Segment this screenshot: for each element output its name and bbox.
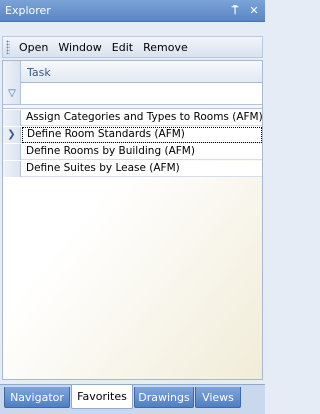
close-icon[interactable]: ✕ (246, 3, 262, 19)
explorer-title-bar: Explorer ⍑ ✕ (0, 0, 265, 22)
row-selector[interactable] (3, 110, 21, 126)
filter-row: ▽ (3, 83, 262, 105)
grid-header: Task (3, 61, 262, 83)
tab-views[interactable]: Views (195, 387, 241, 408)
task-cell[interactable]: Define Room Standards (AFM) (22, 127, 262, 143)
current-row-indicator-icon[interactable]: ❯ (3, 127, 21, 143)
menu-window[interactable]: Window (53, 41, 106, 54)
menu-strip: Open Window Edit Remove (2, 36, 263, 58)
table-row[interactable]: Define Rooms by Building (AFM) (3, 144, 262, 160)
toolbar-grip-icon[interactable] (6, 40, 10, 54)
task-cell[interactable]: Assign Categories and Types to Rooms (AF… (22, 110, 262, 126)
menu-remove[interactable]: Remove (138, 41, 193, 54)
filter-row-selector: ▽ (3, 83, 21, 104)
row-selector[interactable] (3, 161, 21, 177)
table-row[interactable]: Define Suites by Lease (AFM) (3, 161, 262, 177)
window-title: Explorer (5, 4, 51, 17)
grid-separator (3, 105, 262, 109)
filter-icon[interactable]: ▽ (6, 88, 18, 100)
row-selector[interactable] (3, 144, 21, 160)
pin-icon[interactable]: ⍑ (227, 3, 243, 19)
task-filter-input[interactable] (22, 83, 262, 104)
table-row[interactable]: Assign Categories and Types to Rooms (AF… (3, 110, 262, 126)
table-row-selected[interactable]: ❯ Define Room Standards (AFM) (3, 127, 262, 143)
menu-open[interactable]: Open (14, 41, 53, 54)
column-header-task[interactable]: Task (22, 61, 262, 83)
tab-favorites[interactable]: Favorites (71, 385, 133, 409)
tab-navigator[interactable]: Navigator (4, 387, 70, 408)
task-grid: Task ▽ Assign Categories and Types to Ro… (2, 60, 263, 380)
task-cell[interactable]: Define Suites by Lease (AFM) (22, 161, 262, 177)
menu-edit[interactable]: Edit (107, 41, 138, 54)
task-cell[interactable]: Define Rooms by Building (AFM) (22, 144, 262, 160)
explorer-tabs: Navigator Favorites Drawings Views (0, 384, 265, 414)
header-row-selector[interactable] (3, 61, 21, 83)
tab-drawings[interactable]: Drawings (134, 387, 194, 408)
